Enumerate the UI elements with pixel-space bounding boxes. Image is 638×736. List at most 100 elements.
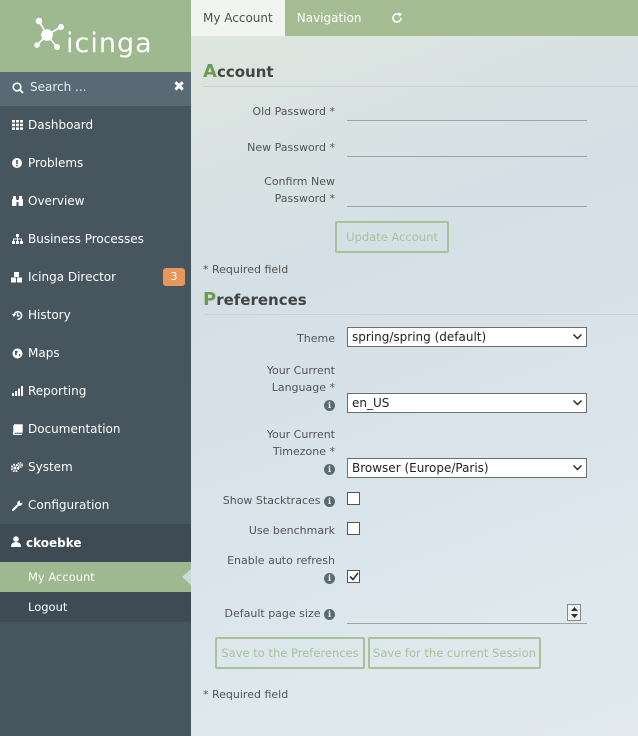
info-icon[interactable]: i: [324, 399, 335, 411]
account-form-area: Account Old Password * New Password * Co…: [191, 36, 638, 701]
info-icon[interactable]: i: [324, 463, 335, 475]
account-heading: Account: [203, 36, 638, 87]
timezone-row: Your Current Timezone * i Browser (Europ…: [203, 414, 638, 480]
nav-item-business-processes[interactable]: Business Processes: [0, 220, 191, 258]
nav-label: Overview: [28, 194, 85, 208]
old-password-label: Old Password *: [252, 105, 335, 118]
nav-item-icinga-director[interactable]: Icinga Director 3: [0, 258, 191, 296]
user-icon: [11, 536, 21, 550]
auto-refresh-checkbox[interactable]: [347, 570, 360, 583]
history-icon: [11, 309, 23, 321]
user-menu-header[interactable]: ckoebke: [0, 524, 191, 562]
search-icon: [12, 82, 24, 94]
nav-item-history[interactable]: History: [0, 296, 191, 334]
icinga-logo-icon: [34, 17, 64, 50]
new-password-row: New Password *: [203, 123, 638, 159]
sitemap-icon: [11, 233, 23, 245]
page-size-row: Default page size i: [203, 588, 638, 624]
timezone-select[interactable]: Browser (Europe/Paris): [347, 458, 587, 478]
nav-label: Business Processes: [28, 232, 144, 246]
nav-label: Maps: [28, 346, 60, 360]
nav-item-reporting[interactable]: Reporting: [0, 372, 191, 410]
theme-row: Theme spring/spring (default): [203, 315, 638, 349]
language-row: Your Current Language * i en_US: [203, 349, 638, 414]
nav-label: Problems: [28, 156, 84, 170]
required-note: * Required field: [203, 263, 289, 276]
update-account-button[interactable]: Update Account: [335, 221, 449, 253]
info-icon[interactable]: i: [324, 495, 335, 507]
binoculars-icon: [11, 195, 23, 207]
nav-item-maps[interactable]: Maps: [0, 334, 191, 372]
tab-navigation[interactable]: Navigation: [285, 0, 374, 36]
sidebar-item-logout[interactable]: Logout: [0, 592, 191, 622]
nav-item-configuration[interactable]: Configuration: [0, 486, 191, 524]
sidebar-item-my-account[interactable]: My Account: [0, 562, 191, 592]
sidebar-item-label: Logout: [28, 600, 68, 614]
spinner-down-icon[interactable]: [570, 614, 578, 619]
nav-label: Documentation: [28, 422, 121, 436]
director-count-badge: 3: [163, 268, 185, 286]
nav-label: Icinga Director: [28, 270, 117, 284]
nav-label: System: [28, 460, 73, 474]
tab-my-account[interactable]: My Account: [191, 0, 285, 36]
sidebar-item-label: My Account: [28, 570, 95, 584]
username: ckoebke: [26, 536, 82, 550]
confirm-password-input[interactable]: [347, 185, 587, 207]
search-input[interactable]: [30, 80, 160, 94]
chevron-down-icon: [573, 334, 582, 340]
new-password-input[interactable]: [347, 135, 587, 157]
confirm-password-label: Confirm New Password *: [264, 175, 335, 205]
search-bar: ✖: [0, 72, 191, 106]
auto-refresh-row: Enable auto refresh i: [203, 540, 638, 588]
stacktraces-row: Show Stacktraces i: [203, 480, 638, 510]
theme-value: spring/spring (default): [352, 330, 487, 344]
page-size-input[interactable]: [347, 602, 587, 624]
language-select[interactable]: en_US: [347, 393, 587, 413]
nav-item-dashboard[interactable]: Dashboard: [0, 106, 191, 144]
nav-item-overview[interactable]: Overview: [0, 182, 191, 220]
cogs-icon: [11, 461, 23, 473]
sidebar: icinga ✖ Dashboard Problems Overview: [0, 0, 191, 736]
nav-label: Configuration: [28, 498, 110, 512]
theme-select[interactable]: spring/spring (default): [347, 327, 587, 347]
required-note: * Required field: [203, 688, 289, 701]
icinga-logo[interactable]: icinga: [0, 0, 191, 72]
clear-search-icon[interactable]: ✖: [173, 80, 185, 94]
alert-icon: [11, 157, 23, 169]
save-for-session-button[interactable]: Save for the current Session: [368, 637, 541, 669]
main-content: My Account Navigation Account Old Passwo…: [191, 0, 638, 736]
save-to-preferences-button[interactable]: Save to the Preferences: [215, 637, 365, 669]
language-value: en_US: [352, 396, 390, 410]
spinner-up-icon[interactable]: [570, 606, 578, 611]
old-password-input[interactable]: [347, 99, 587, 121]
chart-icon: [11, 385, 23, 397]
new-password-label: New Password *: [247, 141, 335, 154]
timezone-label: Your Current Timezone * i: [266, 428, 335, 475]
refresh-icon[interactable]: [373, 0, 421, 36]
timezone-value: Browser (Europe/Paris): [352, 461, 489, 475]
stacktraces-label: Show Stacktraces i: [203, 492, 335, 509]
benchmark-row: Use benchmark: [203, 510, 638, 540]
nav-item-documentation[interactable]: Documentation: [0, 410, 191, 448]
spinner-control[interactable]: [567, 604, 581, 621]
theme-label: Theme: [297, 332, 335, 345]
info-icon[interactable]: i: [324, 608, 335, 620]
cubes-icon: [11, 271, 23, 283]
page-size-label: Default page size i: [203, 605, 335, 622]
nav-item-problems[interactable]: Problems: [0, 144, 191, 182]
preferences-heading: Preferences: [203, 277, 638, 315]
info-icon[interactable]: i: [324, 572, 335, 584]
main-navigation: Dashboard Problems Overview Business Pro…: [0, 106, 191, 524]
nav-item-system[interactable]: System: [0, 448, 191, 486]
chevron-down-icon: [573, 400, 582, 406]
benchmark-checkbox[interactable]: [347, 522, 360, 535]
confirm-password-row: Confirm New Password *: [203, 159, 638, 209]
old-password-row: Old Password *: [203, 87, 638, 123]
globe-icon: [11, 347, 23, 359]
language-label: Your Current Language * i: [266, 364, 335, 411]
stacktraces-checkbox[interactable]: [347, 492, 360, 505]
user-menu: ckoebke My Account Logout: [0, 524, 191, 622]
book-icon: [11, 423, 23, 435]
nav-label: Dashboard: [28, 118, 94, 132]
wrench-icon: [11, 499, 23, 511]
